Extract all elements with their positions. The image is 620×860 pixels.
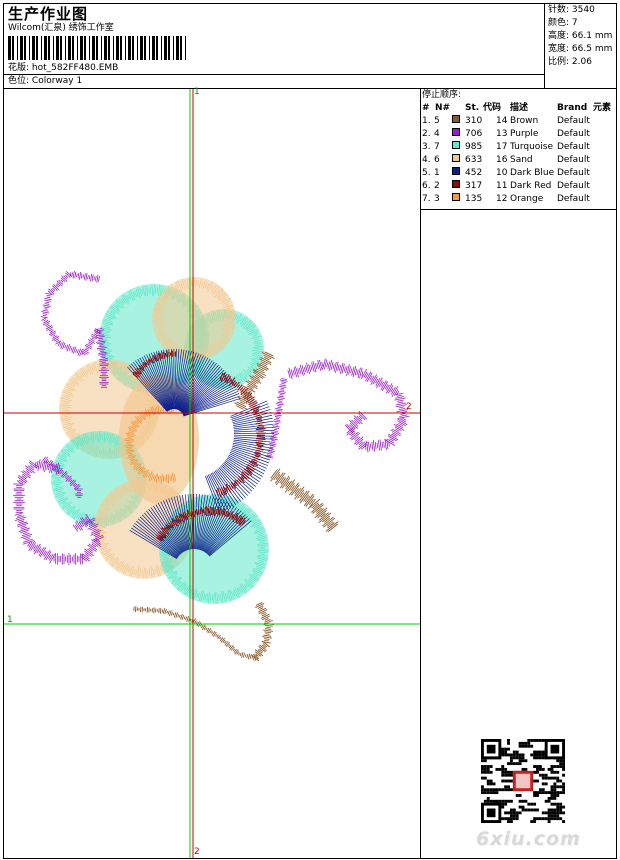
row-code: 985	[465, 142, 483, 152]
row-needle: 2	[434, 181, 440, 191]
table-row: 4. 6 633 16 Sand Default	[422, 154, 618, 167]
row-needle: 1	[434, 168, 440, 178]
table-row: 2. 4 706 13 Purple Default	[422, 128, 618, 141]
header-divider	[3, 74, 545, 75]
table-row: 3. 7 985 17 Turquoise Default	[422, 141, 618, 154]
stop-sequence-title: 停止顺序:	[422, 90, 462, 100]
guide-label-h-left: 1	[7, 615, 13, 625]
row-index: 5.	[422, 168, 431, 178]
stat-width: 宽度: 66.5 mm	[548, 44, 613, 54]
color-swatch	[452, 141, 460, 149]
color-swatch	[452, 193, 460, 201]
row-number: 16	[496, 155, 508, 165]
guide-label-h-right: 2	[406, 402, 412, 412]
row-brand: Default	[557, 194, 590, 204]
qr-code	[481, 739, 565, 823]
row-description: Brown	[510, 116, 539, 126]
row-brand: Default	[557, 181, 590, 191]
colorway-row: 色位: Colorway 1	[8, 76, 82, 87]
row-brand: Default	[557, 129, 590, 139]
page-title: 生产作业图	[8, 5, 89, 23]
embroidery-canvas	[4, 89, 420, 858]
row-brand: Default	[557, 155, 590, 165]
row-number: 14	[496, 116, 508, 126]
watermark-logo: 6xiu.com	[476, 828, 581, 850]
row-index: 6.	[422, 181, 431, 191]
design-file-row: 花版: hot_582FF480.EMB	[8, 63, 118, 74]
color-swatch	[452, 154, 460, 162]
row-needle: 5	[434, 116, 440, 126]
row-index: 1.	[422, 116, 431, 126]
row-code: 135	[465, 194, 483, 204]
design-label: 花版:	[8, 63, 30, 73]
row-code: 633	[465, 155, 483, 165]
row-description: Turquoise	[510, 142, 554, 152]
stat-colors: 颜色: 7	[548, 18, 578, 28]
color-swatch	[452, 167, 460, 175]
row-description: Dark Red	[510, 181, 552, 191]
row-number: 17	[496, 142, 508, 152]
stat-height: 高度: 66.1 mm	[548, 31, 613, 41]
stat-scale: 比例: 2.06	[548, 57, 592, 67]
color-swatch	[452, 180, 460, 188]
row-description: Orange	[510, 194, 544, 204]
row-number: 12	[496, 194, 508, 204]
row-description: Dark Blue	[510, 168, 555, 178]
colorway-name: Colorway 1	[31, 76, 83, 86]
guide-label-v-bottom: 2	[194, 847, 200, 857]
row-brand: Default	[557, 142, 590, 152]
barcode	[8, 36, 186, 60]
row-index: 3.	[422, 142, 431, 152]
row-code: 310	[465, 116, 483, 126]
row-index: 7.	[422, 194, 431, 204]
design-file-name: hot_582FF480.EMB	[31, 63, 119, 73]
row-needle: 4	[434, 129, 440, 139]
color-swatch	[452, 115, 460, 123]
row-number: 10	[496, 168, 508, 178]
row-code: 452	[465, 168, 483, 178]
row-index: 2.	[422, 129, 431, 139]
colorway-label: 色位:	[8, 76, 30, 86]
color-swatch	[452, 128, 460, 136]
row-needle: 6	[434, 155, 440, 165]
table-header: # N# St. 代码 描述 Brand 元素	[422, 103, 612, 113]
row-index: 4.	[422, 155, 431, 165]
row-brand: Default	[557, 116, 590, 126]
company-name: Wilcom(汇泉) 绣饰工作室	[8, 23, 114, 33]
guide-label-v-top: 1	[194, 87, 200, 97]
embroidery-design	[13, 270, 410, 662]
table-row: 6. 2 317 11 Dark Red Default	[422, 180, 618, 193]
table-row: 1. 5 310 14 Brown Default	[422, 115, 618, 128]
row-number: 11	[496, 181, 508, 191]
stat-stitches: 针数: 3540	[548, 5, 595, 15]
row-number: 13	[496, 129, 508, 139]
row-description: Purple	[510, 129, 539, 139]
row-code: 317	[465, 181, 483, 191]
row-code: 706	[465, 129, 483, 139]
row-needle: 3	[434, 194, 440, 204]
stop-sequence-table: 停止顺序: # N# St. 代码 描述 Brand 元素 1. 5 310 14 Br…	[422, 89, 618, 206]
table-row: 5. 1 452 10 Dark Blue Default	[422, 167, 618, 180]
row-needle: 7	[434, 142, 440, 152]
table-row: 7. 3 135 12 Orange Default	[422, 193, 618, 206]
row-description: Sand	[510, 155, 533, 165]
design-stats: 针数: 3540 颜色: 7 高度: 66.1 mm 宽度: 66.5 mm 比…	[548, 5, 612, 70]
row-brand: Default	[557, 168, 590, 178]
